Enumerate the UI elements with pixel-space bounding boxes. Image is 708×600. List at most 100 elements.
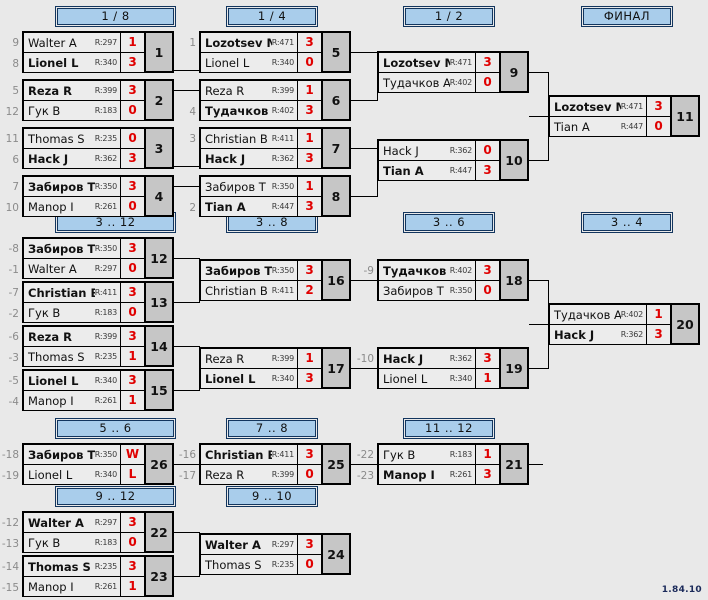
seed-label: 5 bbox=[12, 85, 19, 97]
player-row[interactable]: Lozotsev M R:471 3 bbox=[379, 53, 499, 73]
player-row[interactable]: Lionel L R:340 1 bbox=[379, 369, 499, 388]
player-row[interactable]: Тудачков AR:4023 bbox=[379, 261, 499, 281]
player-row[interactable]: Reza R R:399 3 bbox=[24, 81, 144, 101]
player-row[interactable]: Гук B R:183 0 bbox=[24, 303, 144, 322]
match-block[interactable]: Christian B R:411 3 Reza R R:399 0 25 bbox=[199, 443, 351, 485]
match-number: 3 bbox=[144, 129, 172, 167]
app-version: 1.84.10 bbox=[661, 585, 702, 595]
match-block[interactable]: Забиров T R:350 W Lionel L R:340 L 26 bbox=[22, 443, 174, 485]
player-row[interactable]: Manop I R:261 0 bbox=[24, 197, 144, 216]
player-row[interactable]: Забиров T R:350 W bbox=[24, 445, 144, 465]
player-rating: R:399 bbox=[94, 86, 117, 95]
player-row[interactable]: Забиров T R:350 1 bbox=[201, 177, 321, 197]
player-row[interactable]: Thomas S R:235 1 bbox=[24, 347, 144, 366]
match-block[interactable]: Reza RR:3991Тудачков AR:40236 bbox=[199, 79, 351, 121]
match-block[interactable]: Забиров T R:350 3 Walter A R:297 0 12 bbox=[22, 237, 174, 279]
match-block[interactable]: Christian B R:411 3 Гук B R:183 0 13 bbox=[22, 281, 174, 323]
player-rating: R:340 bbox=[449, 374, 472, 383]
player-row[interactable]: Тудачков AR:4023 bbox=[201, 101, 321, 120]
match-block[interactable]: Тудачков A R:402 1 Hack J R:362 3 20 bbox=[548, 303, 700, 345]
player-row[interactable]: Lionel L R:340 L bbox=[24, 465, 144, 484]
player-rating: R:399 bbox=[271, 86, 294, 95]
match-block[interactable]: Гук B R:183 1 Manop I R:261 3 21 bbox=[377, 443, 529, 485]
player-row[interactable]: Lozotsev M R:471 3 bbox=[550, 97, 670, 117]
match-block[interactable]: Walter A R:297 3 Thomas S R:235 0 24 bbox=[199, 533, 351, 575]
player-rating: R:235 bbox=[94, 562, 117, 571]
player-row[interactable]: Lionel L R:340 3 bbox=[24, 53, 144, 72]
player-row[interactable]: Manop I R:261 1 bbox=[24, 577, 144, 596]
player-row[interactable]: Christian B R:411 3 bbox=[24, 283, 144, 303]
match-block[interactable]: Thomas S R:235 0 Hack J R:362 3 3 bbox=[22, 127, 174, 169]
match-block[interactable]: Тудачков AR:4023 Забиров T R:350018 bbox=[377, 259, 529, 301]
player-score: 3 bbox=[297, 445, 321, 464]
player-row[interactable]: Lionel L R:340 0 bbox=[201, 53, 321, 72]
seed-label: -22 bbox=[356, 449, 374, 461]
player-row[interactable]: Christian B R:411 1 bbox=[201, 129, 321, 149]
player-row[interactable]: Гук B R:183 0 bbox=[24, 101, 144, 120]
player-rating: R:411 bbox=[271, 450, 294, 459]
player-row[interactable]: Thomas S R:235 0 bbox=[24, 129, 144, 149]
player-row[interactable]: Manop I R:261 1 bbox=[24, 391, 144, 410]
match-block[interactable]: Lozotsev M R:471 3 Tian A R:447 0 11 bbox=[548, 95, 700, 137]
player-row[interactable]: Thomas S R:235 3 bbox=[24, 557, 144, 577]
match-block[interactable]: Hack J R:362 0 Tian A R:447 3 10 bbox=[377, 139, 529, 181]
player-row[interactable]: Lozotsev M R:471 3 bbox=[201, 33, 321, 53]
player-row[interactable]: Tian A R:447 3 bbox=[379, 161, 499, 180]
player-row[interactable]: Reza R R:399 1 bbox=[201, 349, 321, 369]
match-block[interactable]: Reza R R:399 1 Lionel L R:340 3 17 bbox=[199, 347, 351, 389]
player-row[interactable]: Тудачков A R:402 1 bbox=[550, 305, 670, 325]
match-block[interactable]: Забиров T R:350 1 Tian A R:447 3 8 bbox=[199, 175, 351, 217]
player-row[interactable]: Walter A R:297 0 bbox=[24, 259, 144, 278]
player-row[interactable]: Забиров T R:350 3 bbox=[201, 261, 321, 281]
match-block[interactable]: Lozotsev M R:471 3 Тудачков A R:402 0 9 bbox=[377, 51, 529, 93]
player-row[interactable]: Tian A R:447 3 bbox=[201, 197, 321, 216]
match-block[interactable]: Забиров T R:350 3 Christian B R:411 2 16 bbox=[199, 259, 351, 301]
player-row[interactable]: Reza R R:399 0 bbox=[201, 465, 321, 484]
player-row[interactable]: Тудачков A R:402 0 bbox=[379, 73, 499, 92]
player-row[interactable]: Lionel L R:340 3 bbox=[201, 369, 321, 388]
player-row[interactable]: Reza R R:399 3 bbox=[24, 327, 144, 347]
player-score: 3 bbox=[120, 371, 144, 390]
player-row[interactable]: Гук B R:183 1 bbox=[379, 445, 499, 465]
player-rating: R:261 bbox=[449, 470, 472, 479]
match-block[interactable]: Reza R R:399 3 Thomas S R:235 1 14 bbox=[22, 325, 174, 367]
match-players: Thomas S R:235 0 Hack J R:362 3 bbox=[24, 129, 144, 168]
player-rating: R:340 bbox=[94, 376, 117, 385]
match-block[interactable]: Reza R R:399 3 Гук B R:183 0 2 bbox=[22, 79, 174, 121]
player-name: Manop I bbox=[383, 467, 435, 482]
player-rating: R:340 bbox=[94, 470, 117, 479]
player-name: Manop I bbox=[28, 393, 74, 408]
match-block[interactable]: Lionel L R:340 3 Manop I R:261 1 15 bbox=[22, 369, 174, 411]
player-row[interactable]: Забиров T R:350 0 bbox=[379, 281, 499, 300]
player-row[interactable]: Забиров T R:350 3 bbox=[24, 239, 144, 259]
player-row[interactable]: Забиров T R:350 3 bbox=[24, 177, 144, 197]
player-row[interactable]: Walter A R:297 1 bbox=[24, 33, 144, 53]
player-row[interactable]: Walter A R:297 3 bbox=[24, 513, 144, 533]
player-row[interactable]: Гук B R:183 0 bbox=[24, 533, 144, 552]
player-row[interactable]: Hack J R:362 3 bbox=[379, 349, 499, 369]
player-row[interactable]: Hack J R:362 3 bbox=[24, 149, 144, 168]
player-row[interactable]: Hack J R:362 3 bbox=[550, 325, 670, 344]
player-row[interactable]: Manop I R:261 3 bbox=[379, 465, 499, 484]
round-header: 9 .. 12 bbox=[55, 486, 176, 507]
player-row[interactable]: Lionel L R:340 3 bbox=[24, 371, 144, 391]
player-rating: R:471 bbox=[449, 58, 472, 67]
player-score: 1 bbox=[120, 391, 144, 410]
match-block[interactable]: Забиров T R:350 3 Manop I R:261 0 4 bbox=[22, 175, 174, 217]
match-players: Hack J R:362 0 Tian A R:447 3 bbox=[379, 141, 499, 180]
player-row[interactable]: Christian B R:411 2 bbox=[201, 281, 321, 300]
player-row[interactable]: Walter A R:297 3 bbox=[201, 535, 321, 555]
match-block[interactable]: Walter A R:297 1 Lionel L R:340 3 1 bbox=[22, 31, 174, 73]
player-row[interactable]: Tian A R:447 0 bbox=[550, 117, 670, 136]
player-row[interactable]: Reza R R:399 1 bbox=[201, 81, 321, 101]
player-row[interactable]: Hack J R:362 3 bbox=[201, 149, 321, 168]
player-row[interactable]: Thomas S R:235 0 bbox=[201, 555, 321, 574]
match-block[interactable]: Christian B R:411 1 Hack J R:362 3 7 bbox=[199, 127, 351, 169]
match-block[interactable]: Lozotsev M R:471 3 Lionel L R:340 0 5 bbox=[199, 31, 351, 73]
match-block[interactable]: Thomas S R:235 3 Manop I R:261 1 23 bbox=[22, 555, 174, 597]
match-block[interactable]: Walter A R:297 3 Гук B R:183 0 22 bbox=[22, 511, 174, 553]
match-block[interactable]: Hack J R:362 3 Lionel L R:340 1 19 bbox=[377, 347, 529, 389]
player-name: Walter A bbox=[28, 515, 84, 530]
player-row[interactable]: Hack J R:362 0 bbox=[379, 141, 499, 161]
player-row[interactable]: Christian B R:411 3 bbox=[201, 445, 321, 465]
